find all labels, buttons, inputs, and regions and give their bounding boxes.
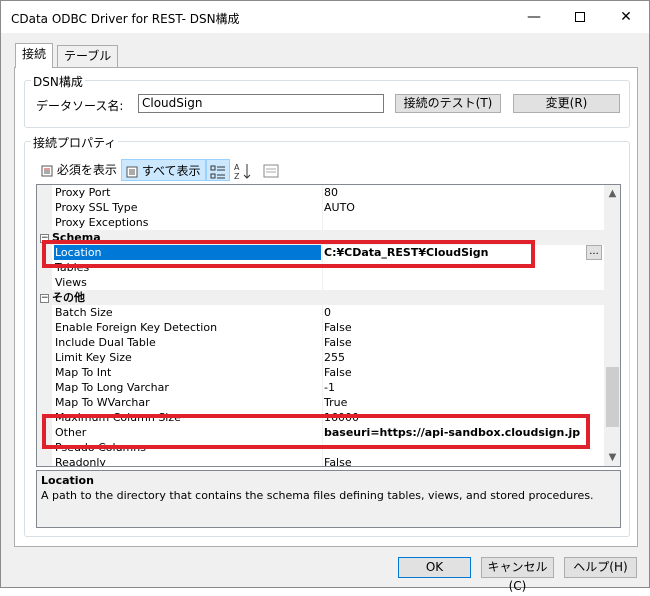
property-pages-button[interactable] — [261, 159, 283, 181]
grid-row[interactable]: Batch Size 0 — [37, 305, 604, 320]
categorized-icon — [210, 165, 225, 178]
scroll-down-icon[interactable]: ▼ — [604, 449, 620, 466]
grid-row[interactable]: Map To Long Varchar -1 — [37, 380, 604, 395]
grid-row[interactable]: Readonly False — [37, 455, 604, 466]
sort-az-icon: A Z — [234, 163, 251, 181]
maximize-icon — [575, 12, 585, 22]
sort-alpha-button[interactable]: A Z — [232, 159, 254, 181]
grid-row[interactable]: Enable Foreign Key Detection False — [37, 320, 604, 335]
connection-props-legend: 接続プロパティ — [31, 134, 119, 151]
minimize-button[interactable]: — — [511, 1, 557, 33]
close-button[interactable]: ✕ — [603, 1, 649, 33]
svg-text:Z: Z — [234, 172, 240, 181]
grid-row[interactable]: Proxy Exceptions — [37, 215, 604, 230]
grid-row[interactable]: Maximum Column Size 16000 — [37, 410, 604, 425]
description-text: A path to the directory that contains th… — [41, 489, 594, 502]
grid-row[interactable]: Tables — [37, 260, 604, 275]
description-pane: Location A path to the directory that co… — [36, 470, 621, 528]
data-source-input[interactable]: CloudSign — [138, 94, 384, 113]
show-all-button[interactable]: すべて表示 — [121, 159, 206, 181]
dsn-group-legend: DSN構成 — [31, 73, 85, 90]
ok-button[interactable]: OK — [398, 557, 471, 578]
grid-row[interactable]: Pseudo Columns — [37, 440, 604, 455]
window-title: CData ODBC Driver for REST- DSN構成 — [11, 12, 240, 26]
scroll-up-icon[interactable]: ▲ — [604, 185, 620, 202]
description-title: Location — [41, 474, 94, 487]
show-all-label: すべて表示 — [141, 164, 201, 178]
list-icon — [126, 166, 138, 177]
title-bar: CData ODBC Driver for REST- DSN構成 — ✕ — [1, 1, 649, 33]
collapse-icon[interactable]: − — [40, 233, 49, 243]
svg-text:A: A — [234, 163, 240, 172]
cancel-button[interactable]: キャンセル(C) — [481, 557, 554, 593]
grid-row[interactable]: Map To Int False — [37, 365, 604, 380]
test-connection-button[interactable]: 接続のテスト(T) — [395, 94, 501, 113]
grid-row[interactable]: Proxy SSL Type AUTO — [37, 200, 604, 215]
grid-row-selected[interactable]: Location C:¥CData_REST¥CloudSign ... — [37, 245, 604, 260]
show-required-button[interactable]: 必須を表示 — [37, 159, 121, 181]
grid-row[interactable]: Limit Key Size 255 — [37, 350, 604, 365]
browse-button[interactable]: ... — [586, 245, 602, 260]
grid-row[interactable]: Other baseuri=https://api-sandbox.clouds… — [37, 425, 604, 440]
tab-tables[interactable]: テーブル — [57, 45, 119, 67]
dsn-config-window: CData ODBC Driver for REST- DSN構成 — ✕ 接続… — [0, 0, 650, 593]
maximize-button[interactable] — [557, 1, 603, 33]
grid-row[interactable]: Include Dual Table False — [37, 335, 604, 350]
data-source-label: データソース名: — [36, 99, 124, 113]
help-button[interactable]: ヘルプ(H) — [564, 557, 637, 578]
grid-row[interactable]: Views — [37, 275, 604, 290]
grid-category-schema[interactable]: − Schema — [37, 230, 604, 245]
property-grid: Proxy Port 80 Proxy SSL Type AUTO Proxy … — [36, 184, 621, 467]
scroll-thumb[interactable] — [606, 367, 619, 427]
collapse-icon[interactable]: − — [40, 293, 49, 303]
grid-category-other[interactable]: − その他 — [37, 290, 604, 305]
list-icon — [41, 165, 53, 176]
tab-connection[interactable]: 接続 — [15, 43, 54, 68]
show-required-label: 必須を表示 — [56, 163, 117, 177]
vertical-scrollbar[interactable]: ▲ ▼ — [604, 185, 620, 466]
change-button[interactable]: 変更(R) — [513, 94, 620, 113]
categorized-button[interactable] — [206, 159, 230, 181]
property-pages-icon — [263, 164, 279, 177]
grid-row[interactable]: Proxy Port 80 — [37, 185, 604, 200]
grid-row[interactable]: Map To WVarchar True — [37, 395, 604, 410]
